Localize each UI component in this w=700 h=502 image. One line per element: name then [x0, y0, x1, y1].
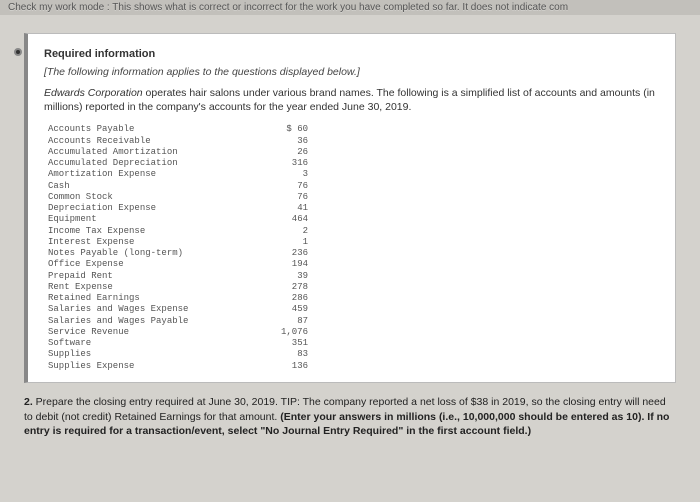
account-value: 76 — [258, 192, 308, 203]
account-name: Accumulated Amortization — [48, 147, 258, 158]
account-name: Office Expense — [48, 259, 258, 270]
account-value: 1,076 — [258, 327, 308, 338]
account-value: 236 — [258, 248, 308, 259]
account-name: Service Revenue — [48, 327, 258, 338]
account-value: 2 — [258, 226, 308, 237]
account-value: 36 — [258, 136, 308, 147]
account-value: 1 — [258, 237, 308, 248]
account-value: $ 60 — [258, 124, 308, 135]
account-row: Supplies83 — [48, 349, 659, 360]
account-row: Equipment464 — [48, 214, 659, 225]
account-row: Accumulated Amortization26 — [48, 147, 659, 158]
account-value: 41 — [258, 203, 308, 214]
account-row: Income Tax Expense2 — [48, 226, 659, 237]
account-row: Office Expense194 — [48, 259, 659, 270]
account-value: 136 — [258, 361, 308, 372]
account-name: Supplies — [48, 349, 258, 360]
account-name: Prepaid Rent — [48, 271, 258, 282]
account-row: Cash76 — [48, 181, 659, 192]
account-row: Salaries and Wages Expense459 — [48, 304, 659, 315]
account-name: Rent Expense — [48, 282, 258, 293]
accounts-table: Accounts Payable$ 60Accounts Receivable3… — [48, 124, 659, 372]
account-row: Software351 — [48, 338, 659, 349]
bracket-note: [The following information applies to th… — [44, 66, 659, 78]
company-name: Edwards Corporation — [44, 87, 143, 99]
account-name: Common Stock — [48, 192, 258, 203]
account-value: 459 — [258, 304, 308, 315]
account-name: Accounts Receivable — [48, 136, 258, 147]
account-name: Amortization Expense — [48, 169, 258, 180]
account-row: Retained Earnings286 — [48, 293, 659, 304]
account-row: Notes Payable (long-term)236 — [48, 248, 659, 259]
account-name: Notes Payable (long-term) — [48, 248, 258, 259]
account-name: Equipment — [48, 214, 258, 225]
account-row: Common Stock76 — [48, 192, 659, 203]
account-name: Accumulated Depreciation — [48, 158, 258, 169]
account-row: Accumulated Depreciation316 — [48, 158, 659, 169]
account-row: Rent Expense278 — [48, 282, 659, 293]
account-value: 464 — [258, 214, 308, 225]
account-name: Income Tax Expense — [48, 226, 258, 237]
account-name: Depreciation Expense — [48, 203, 258, 214]
account-name: Accounts Payable — [48, 124, 258, 135]
account-name: Software — [48, 338, 258, 349]
account-row: Depreciation Expense41 — [48, 203, 659, 214]
account-value: 39 — [258, 271, 308, 282]
account-row: Service Revenue1,076 — [48, 327, 659, 338]
account-value: 286 — [258, 293, 308, 304]
account-value: 76 — [258, 181, 308, 192]
account-name: Salaries and Wages Payable — [48, 316, 258, 327]
account-name: Interest Expense — [48, 237, 258, 248]
account-row: Salaries and Wages Payable87 — [48, 316, 659, 327]
account-value: 316 — [258, 158, 308, 169]
account-row: Accounts Payable$ 60 — [48, 124, 659, 135]
account-value: 3 — [258, 169, 308, 180]
question-number: 2. — [24, 396, 33, 408]
mode-banner: Check my work mode : This shows what is … — [0, 0, 700, 15]
account-row: Amortization Expense3 — [48, 169, 659, 180]
account-value: 83 — [258, 349, 308, 360]
account-value: 26 — [258, 147, 308, 158]
panel-bullet — [14, 48, 22, 56]
account-value: 194 — [258, 259, 308, 270]
account-value: 351 — [258, 338, 308, 349]
account-row: Supplies Expense136 — [48, 361, 659, 372]
account-name: Retained Earnings — [48, 293, 258, 304]
account-row: Interest Expense1 — [48, 237, 659, 248]
account-value: 278 — [258, 282, 308, 293]
account-row: Prepaid Rent39 — [48, 271, 659, 282]
mode-banner-text: Check my work mode : This shows what is … — [8, 2, 568, 13]
scenario-text: Edwards Corporation operates hair salons… — [44, 86, 659, 114]
account-value: 87 — [258, 316, 308, 327]
question-block: 2. Prepare the closing entry required at… — [24, 395, 676, 439]
account-name: Cash — [48, 181, 258, 192]
account-name: Supplies Expense — [48, 361, 258, 372]
account-row: Accounts Receivable36 — [48, 136, 659, 147]
account-name: Salaries and Wages Expense — [48, 304, 258, 315]
required-title: Required information — [44, 48, 659, 60]
info-panel: Required information [The following info… — [24, 33, 676, 383]
